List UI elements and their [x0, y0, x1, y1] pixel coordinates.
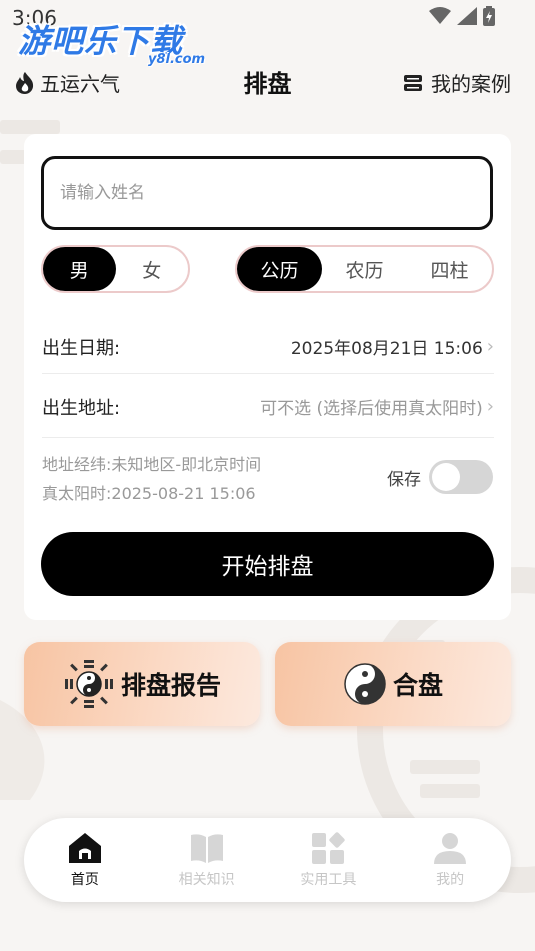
wifi-icon	[429, 7, 451, 24]
battery-icon	[483, 6, 495, 26]
chevron-right-icon: ›	[486, 336, 494, 357]
calendar-option-lunar[interactable]: 农历	[322, 247, 407, 291]
calendar-option-sizhu[interactable]: 四柱	[407, 247, 492, 291]
tools-icon	[312, 832, 346, 864]
user-icon	[434, 833, 467, 864]
tab-home[interactable]: 首页	[30, 831, 140, 889]
birth-address-value-wrap: 可不选 (选择后使用真太阳时) ›	[260, 394, 494, 419]
paipan-report-button[interactable]: 排盘报告	[24, 642, 260, 726]
save-toggle-knob	[432, 463, 460, 491]
tab-home-label: 首页	[70, 872, 99, 888]
birth-date-value-wrap: 2025年08月21日 15:06 ›	[291, 334, 494, 359]
birth-date-value: 2025年08月21日 15:06	[290, 339, 483, 359]
yin-yang-icon	[344, 663, 386, 705]
location-info: 地址经纬:未知地区-即北京时间 真太阳时:2025-08-21 15:06	[42, 450, 261, 508]
bagua-icon	[64, 660, 113, 708]
my-cases-label: 我的案例	[431, 72, 511, 96]
cases-icon	[404, 74, 422, 91]
save-setting: 保存	[387, 460, 493, 494]
home-icon	[68, 833, 101, 863]
status-icons	[429, 6, 495, 26]
tab-tools-label: 实用工具	[300, 872, 357, 888]
gender-option-female[interactable]: 女	[116, 247, 189, 291]
tab-mine[interactable]: 我的	[395, 831, 505, 889]
true-solar-time-text: 真太阳时:2025-08-21 15:06	[42, 484, 256, 503]
gender-option-male[interactable]: 男	[43, 247, 116, 291]
paipan-form-card: 男 女 公历 农历 四柱 出生日期: 2025年08月21日 15:06 › 出…	[24, 134, 511, 620]
bottom-tab-bar: 首页 相关知识 实用工具 我的	[24, 818, 511, 902]
birth-date-row[interactable]: 出生日期: 2025年08月21日 15:06 ›	[42, 320, 494, 374]
chevron-right-icon: ›	[486, 396, 494, 417]
header: 五运六气 排盘 我的案例	[0, 56, 535, 106]
tab-tools[interactable]: 实用工具	[273, 831, 383, 889]
calendar-option-solar[interactable]: 公历	[237, 247, 322, 291]
my-cases-link[interactable]: 我的案例	[403, 68, 511, 97]
location-coords-text: 地址经纬:未知地区-即北京时间	[42, 455, 262, 474]
birth-address-value: 可不选 (选择后使用真太阳时)	[260, 399, 483, 419]
gender-selector: 男 女	[41, 245, 190, 293]
save-label: 保存	[387, 469, 421, 490]
hepan-button[interactable]: 合盘	[275, 642, 511, 726]
book-icon	[190, 834, 223, 863]
save-toggle[interactable]	[429, 460, 493, 494]
tab-knowledge[interactable]: 相关知识	[152, 831, 262, 889]
name-input[interactable]	[41, 156, 493, 230]
hepan-label: 合盘	[392, 671, 443, 700]
paipan-report-label: 排盘报告	[120, 671, 221, 700]
signal-icon	[457, 7, 477, 25]
start-paipan-button[interactable]: 开始排盘	[41, 532, 494, 596]
birth-date-label: 出生日期:	[42, 337, 121, 359]
birth-address-row[interactable]: 出生地址: 可不选 (选择后使用真太阳时) ›	[42, 376, 494, 438]
tab-knowledge-label: 相关知识	[178, 872, 235, 888]
birth-address-label: 出生地址:	[42, 397, 121, 419]
calendar-selector: 公历 农历 四柱	[235, 245, 494, 293]
tab-mine-label: 我的	[436, 872, 465, 888]
